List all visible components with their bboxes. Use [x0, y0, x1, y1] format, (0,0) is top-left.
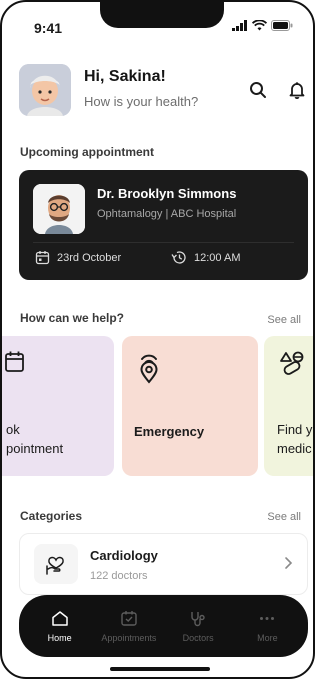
- memoji-avatar: [19, 64, 71, 116]
- appointment-date: 23rd October: [57, 252, 122, 264]
- categories-title: Categories: [20, 509, 83, 523]
- doctor-avatar: [33, 184, 85, 234]
- signal-icon: [232, 20, 247, 31]
- health-question: How is your health?: [84, 94, 199, 109]
- battery-icon: [271, 20, 293, 31]
- calendar-icon: [35, 251, 50, 265]
- help-section-title: How can we help?: [20, 311, 125, 325]
- doctor-memoji: [33, 184, 85, 234]
- greeting: Hi, Sakina!: [84, 68, 166, 85]
- doctor-specialty: Ophtamalogy | ABC Hospital: [97, 208, 237, 220]
- status-time: 9:41: [34, 20, 63, 36]
- tab-doctors[interactable]: Doctors: [165, 610, 231, 643]
- tab-home[interactable]: Home: [27, 610, 93, 643]
- categories-see-all-link[interactable]: See all: [267, 511, 301, 523]
- search-icon: [250, 82, 266, 98]
- clock-icon: [171, 251, 186, 264]
- chevron-right-icon: [285, 557, 293, 569]
- book-appointment-card[interactable]: ok pointment: [2, 336, 114, 476]
- tab-more-label: More: [257, 632, 278, 643]
- home-icon: [51, 610, 68, 626]
- emergency-beacon-icon: [140, 354, 158, 384]
- search-button[interactable]: [246, 78, 270, 102]
- heart-hand-icon: [46, 556, 64, 575]
- home-indicator[interactable]: [110, 667, 210, 671]
- wifi-icon: [252, 20, 267, 31]
- calendar-icon: [5, 351, 24, 372]
- upcoming-appointment-title: Upcoming appointment: [20, 145, 154, 159]
- category-doctor-count: 122 doctors: [90, 570, 148, 582]
- find-medicine-card[interactable]: Find y medic: [264, 336, 313, 476]
- avatar[interactable]: [19, 64, 71, 116]
- tab-appointments[interactable]: Appointments: [96, 610, 162, 643]
- tab-doctors-label: Doctors: [182, 632, 214, 643]
- doctor-name: Dr. Brooklyn Simmons: [97, 186, 237, 201]
- appointment-time: 12:00 AM: [194, 252, 241, 264]
- book-appointment-label: ok pointment: [6, 422, 64, 456]
- card-divider: [33, 242, 294, 243]
- tab-appointments-label: Appointments: [101, 632, 157, 643]
- bottom-tab-bar: Home Appointments Doctors More: [19, 595, 308, 657]
- phone-screen: 9:41 Hi, Sakina! How is your health? Upc…: [0, 0, 315, 679]
- find-medicine-label: Find y medic: [277, 422, 313, 456]
- tab-home-label: Home: [47, 632, 72, 643]
- status-icons: [232, 20, 293, 31]
- emergency-card[interactable]: Emergency: [122, 336, 258, 476]
- notch: [100, 2, 224, 28]
- bell-icon: [289, 82, 305, 99]
- emergency-label: Emergency: [134, 424, 205, 439]
- tab-more[interactable]: More: [234, 610, 300, 643]
- category-name: Cardiology: [90, 548, 158, 563]
- status-bar: 9:41: [2, 2, 313, 42]
- calendar-check-icon: [121, 610, 137, 626]
- help-see-all-link[interactable]: See all: [267, 314, 301, 326]
- stethoscope-icon: [191, 611, 205, 626]
- more-dots-icon: [260, 616, 275, 620]
- category-icon-box: [34, 544, 78, 584]
- notifications-button[interactable]: [285, 78, 309, 102]
- appointment-card[interactable]: Dr. Brooklyn Simmons Ophtamalogy | ABC H…: [19, 170, 308, 280]
- category-item-cardiology[interactable]: Cardiology 122 doctors: [19, 533, 308, 595]
- pills-icon: [280, 351, 304, 375]
